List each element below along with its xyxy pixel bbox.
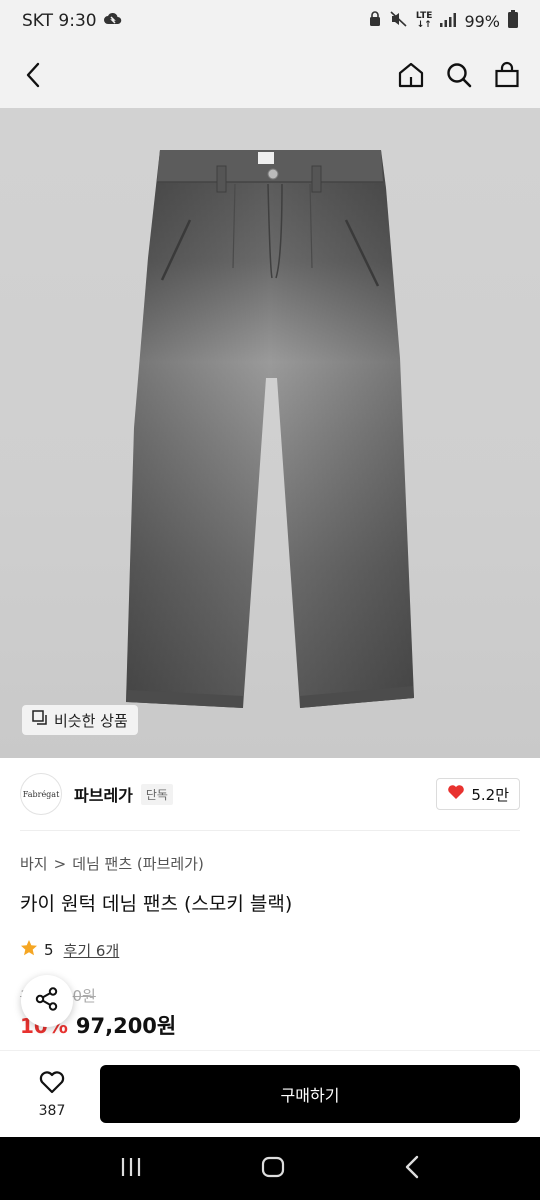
search-icon[interactable] [444, 60, 474, 90]
buy-button[interactable]: 구매하기 [100, 1065, 520, 1123]
star-icon [20, 939, 38, 961]
breadcrumb-category[interactable]: 바지 [20, 853, 48, 874]
share-icon [34, 986, 60, 1016]
purchase-action-bar: 387 구매하기 [0, 1050, 540, 1137]
status-right: LTE ↓↑ 99% [368, 10, 518, 32]
brand-name[interactable]: 파브레가 [74, 782, 133, 806]
brand-row: Fabrégat 파브레가 단독 5.2만 [20, 773, 520, 815]
home-icon[interactable] [396, 60, 426, 90]
product-title: 카이 원턱 데님 팬츠 (스모키 블랙) [20, 893, 293, 915]
heart-filled-icon [447, 784, 465, 804]
review-count-link[interactable]: 후기 6개 [64, 940, 120, 961]
battery-percent: 99% [464, 11, 500, 31]
breadcrumb-separator: > [53, 854, 67, 873]
battery-icon [508, 10, 518, 32]
back-nav-icon[interactable] [403, 1155, 421, 1183]
similar-products-label: 비슷한 상품 [54, 711, 128, 730]
signal-icon [440, 12, 457, 31]
home-nav-icon[interactable] [261, 1155, 285, 1183]
denim-pants-image [126, 150, 414, 708]
product-image[interactable]: 비슷한 상품 [0, 108, 540, 758]
carrier-time: SKT 9:30 [22, 11, 97, 31]
wishlist-count: 387 [38, 1103, 66, 1119]
similar-products-button[interactable]: 비슷한 상품 [22, 705, 138, 735]
status-bar: SKT 9:30 LTE ↓↑ 99% [0, 0, 540, 42]
system-nav-bar [0, 1137, 540, 1200]
exclusive-badge: 단독 [140, 783, 173, 805]
back-arrow-icon[interactable] [18, 60, 48, 90]
heart-outline-icon [38, 1069, 66, 1099]
lock-alarm-icon [368, 11, 382, 31]
wishlist-button[interactable]: 387 [20, 1069, 84, 1119]
similar-copy-icon [32, 710, 48, 730]
sale-price: 97,200원 [75, 1014, 177, 1038]
brand-like-count: 5.2만 [471, 785, 509, 804]
rating-value: 5 [44, 941, 54, 959]
rating-row: 5 후기 6개 [20, 939, 119, 961]
brand-like-button[interactable]: 5.2만 [436, 778, 520, 810]
header-actions [396, 60, 522, 90]
app-header [0, 42, 540, 108]
status-left: SKT 9:30 [22, 11, 123, 32]
brand-logo[interactable]: Fabrégat [20, 773, 62, 815]
divider [20, 830, 520, 831]
share-button[interactable] [21, 975, 73, 1027]
lte-indicator: LTE ↓↑ [415, 11, 433, 30]
mute-icon [390, 11, 408, 31]
shopping-bag-icon[interactable] [492, 60, 522, 90]
cloud-icon [103, 11, 123, 32]
recent-apps-icon[interactable] [119, 1156, 143, 1182]
breadcrumb-subcategory[interactable]: 데님 팬츠 (파브레가) [72, 853, 204, 874]
breadcrumb: 바지 > 데님 팬츠 (파브레가) [20, 853, 204, 874]
